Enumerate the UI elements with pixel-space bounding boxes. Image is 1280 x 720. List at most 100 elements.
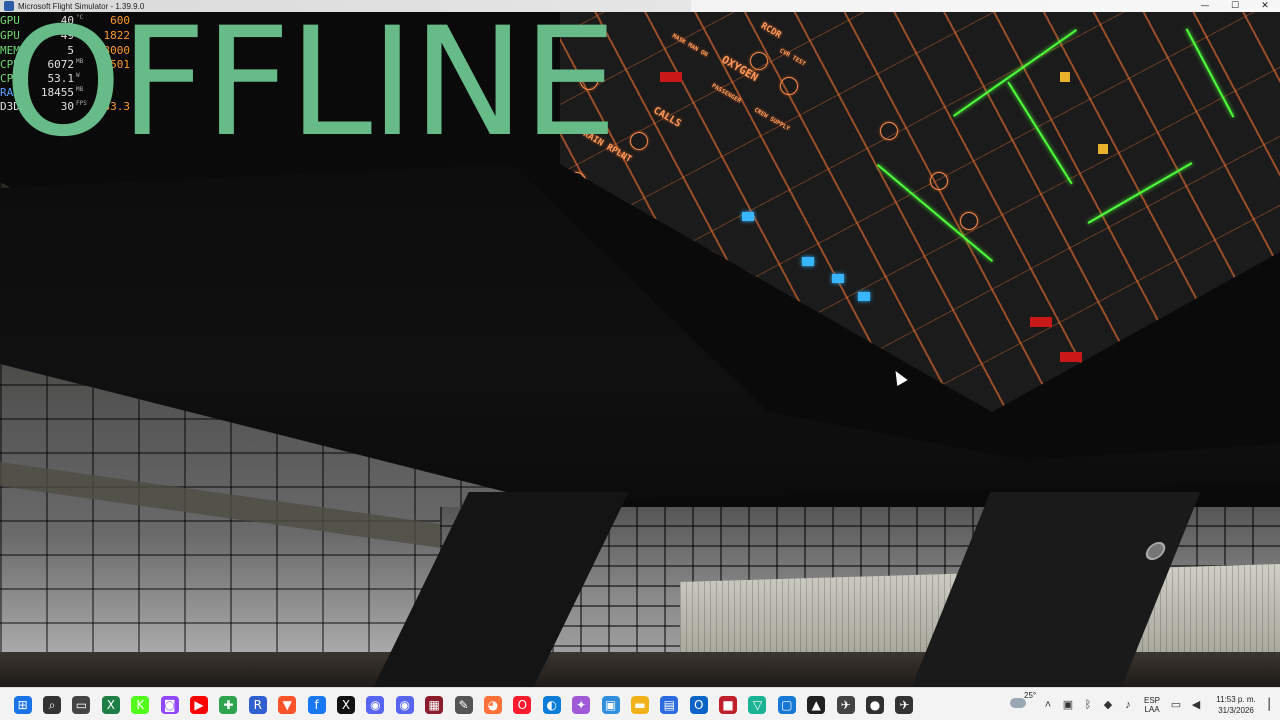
maximize-button[interactable]: ☐ <box>1220 0 1250 12</box>
windows-start-icon-glyph: ⊞ <box>13 695 32 714</box>
vpn-icon[interactable]: ▽ <box>743 688 772 720</box>
file-explorer-icon[interactable]: ▬ <box>625 688 654 720</box>
app-blue-icon[interactable]: ▢ <box>772 688 801 720</box>
airplane-icon-glyph: ✈ <box>895 695 914 714</box>
mixer-icon[interactable]: ▦ <box>419 688 448 720</box>
clock-date: 31/3/2026 <box>1218 705 1254 715</box>
red-warning-light[interactable] <box>660 72 682 82</box>
photos-icon[interactable]: ▣ <box>596 688 625 720</box>
outlook-icon-glyph: O <box>689 695 708 714</box>
panel-knob[interactable] <box>960 212 978 230</box>
r-app-icon-glyph: R <box>248 695 267 714</box>
copilot-icon-glyph: ✦ <box>572 695 591 714</box>
youtube-icon-glyph: ▶ <box>190 695 209 714</box>
offline-status-overlay: OFFLINE <box>4 0 617 170</box>
windows-start-icon[interactable]: ⊞ <box>8 688 37 720</box>
task-view-icon-glyph: ▭ <box>72 695 91 714</box>
tray-app-icon[interactable]: ▣ <box>1058 688 1078 720</box>
excel-icon[interactable]: X <box>96 688 125 720</box>
display-icon[interactable]: ▭ <box>1166 688 1186 720</box>
steam-app-icon[interactable]: ▲ <box>802 688 831 720</box>
blue-switch-light[interactable] <box>802 257 814 266</box>
panel-knob[interactable] <box>850 352 868 370</box>
red-warning-light[interactable] <box>1060 352 1082 362</box>
photos-icon-glyph: ▣ <box>601 695 620 714</box>
pen-icon[interactable]: ✎ <box>449 688 478 720</box>
media-app-icon[interactable]: ■ <box>713 688 742 720</box>
panel-knob[interactable] <box>735 272 753 290</box>
opera-icon[interactable]: O <box>508 688 537 720</box>
clock-time: 11:53 p. m. <box>1216 694 1256 704</box>
mouse-cursor <box>890 367 908 387</box>
brave-icon[interactable]: ▼ <box>273 688 302 720</box>
twitch-icon[interactable]: ◙ <box>155 688 184 720</box>
airplane-icon[interactable]: ✈ <box>890 688 919 720</box>
panel-knob[interactable] <box>930 172 948 190</box>
search-icon[interactable]: ⌕ <box>37 688 66 720</box>
facebook-icon[interactable]: f <box>302 688 331 720</box>
game-icon-glyph: ✚ <box>219 695 238 714</box>
pen-icon-glyph: ✎ <box>454 695 473 714</box>
language-indicator[interactable]: ESP LAA <box>1138 696 1166 714</box>
clock[interactable]: 11:53 p. m. 31/3/2026 <box>1206 694 1266 716</box>
red-warning-light[interactable] <box>1030 317 1052 327</box>
file-explorer-icon-glyph: ▬ <box>630 695 649 714</box>
r-app-icon[interactable]: R <box>243 688 272 720</box>
twitch-icon-glyph: ◙ <box>160 695 179 714</box>
kick-icon[interactable]: K <box>126 688 155 720</box>
tray-app-icon[interactable]: ◆ <box>1098 688 1118 720</box>
blue-switch-light[interactable] <box>832 274 844 283</box>
show-hidden-icons-button[interactable]: ˄ <box>1038 688 1058 720</box>
search-icon-glyph: ⌕ <box>43 695 62 714</box>
panel-knob[interactable] <box>810 332 828 350</box>
excel-icon-glyph: X <box>101 695 120 714</box>
flight-sim-icon[interactable]: ✈ <box>831 688 860 720</box>
window-controls: — ☐ ✕ <box>1190 0 1280 12</box>
panel-knob[interactable] <box>750 52 768 70</box>
edge-icon[interactable]: ◐ <box>537 688 566 720</box>
opera-icon-glyph: O <box>513 695 532 714</box>
store-icon[interactable]: ▤ <box>655 688 684 720</box>
game-icon[interactable]: ✚ <box>214 688 243 720</box>
volume-icon[interactable]: ◀ <box>1186 688 1206 720</box>
amber-indicator-light[interactable] <box>1060 72 1070 82</box>
language-code: ESP <box>1143 695 1160 705</box>
panel-knob[interactable] <box>880 122 898 140</box>
windows-taskbar: ⊞ ⌕ ▭ X K ◙ ▶ ✚ R ▼ f X ◉ ◉ ▦ ✎ ◕ O ◐ ✦ ▣ ▬ ▤ O ■ ▽ ▢ ▲ ✈ ● ✈ 25° ˄ ▣ … <box>0 687 1280 720</box>
youtube-icon[interactable]: ▶ <box>184 688 213 720</box>
notifications-icon[interactable]: ▏ <box>1266 688 1280 720</box>
window-titlebar: Microsoft Flight Simulator - 1.39.9.0 — … <box>0 0 1280 12</box>
discord-icon[interactable]: ◉ <box>361 688 390 720</box>
firefox-icon[interactable]: ◕ <box>478 688 507 720</box>
bluetooth-icon[interactable]: ᛒ <box>1078 688 1098 720</box>
blue-switch-light[interactable] <box>816 324 828 333</box>
task-view-icon[interactable]: ▭ <box>67 688 96 720</box>
edge-icon-glyph: ◐ <box>542 695 561 714</box>
blue-switch-light[interactable] <box>858 292 870 301</box>
window-title: Microsoft Flight Simulator - 1.39.9.0 <box>18 1 145 11</box>
amber-indicator-light[interactable] <box>1098 144 1108 154</box>
panel-knob[interactable] <box>700 252 718 270</box>
copilot-icon[interactable]: ✦ <box>566 688 595 720</box>
pillar-knob[interactable] <box>1142 542 1169 560</box>
steam-app-icon-glyph: ▲ <box>807 695 826 714</box>
flight-sim-app-icon <box>4 1 14 11</box>
outlook-icon[interactable]: O <box>684 688 713 720</box>
blue-switch-light[interactable] <box>742 212 754 221</box>
obs-icon[interactable]: ● <box>860 688 889 720</box>
microphone-icon[interactable]: ♪ <box>1118 688 1138 720</box>
taskbar-apps: ⊞ ⌕ ▭ X K ◙ ▶ ✚ R ▼ f X ◉ ◉ ▦ ✎ ◕ O ◐ ✦ ▣ ▬ ▤ O ■ ▽ ▢ ▲ ✈ ● ✈ <box>8 688 919 720</box>
discord-canary-icon[interactable]: ◉ <box>390 688 419 720</box>
x-icon[interactable]: X <box>331 688 360 720</box>
weather-widget[interactable]: 25° <box>1006 688 1038 720</box>
panel-knob[interactable] <box>780 77 798 95</box>
close-button[interactable]: ✕ <box>1250 0 1280 12</box>
obs-icon-glyph: ● <box>866 695 885 714</box>
keyboard-layout: LAA <box>1144 704 1160 714</box>
store-icon-glyph: ▤ <box>660 695 679 714</box>
panel-knob[interactable] <box>630 132 648 150</box>
panel-knob[interactable] <box>680 282 698 300</box>
panel-knob[interactable] <box>568 172 586 190</box>
app-blue-icon-glyph: ▢ <box>777 695 796 714</box>
minimize-button[interactable]: — <box>1190 0 1220 12</box>
